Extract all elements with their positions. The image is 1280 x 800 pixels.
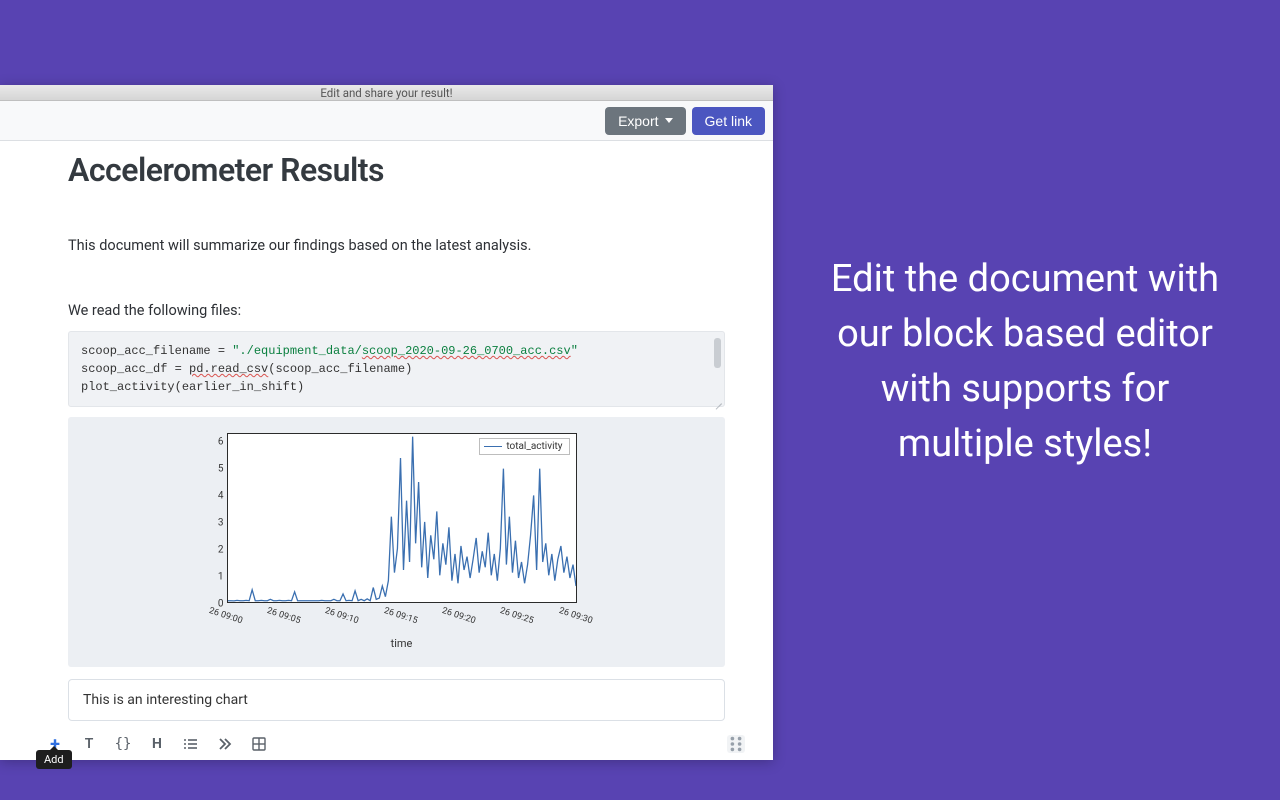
export-button-label: Export [618,113,658,129]
code-block-button[interactable]: {} [114,735,132,753]
promo-text: Edit the document with our block based e… [815,252,1235,472]
legend-line-icon [484,446,502,447]
list-block-button[interactable] [182,735,200,753]
get-link-button[interactable]: Get link [692,107,765,135]
x-tick: 26 09:10 [324,606,360,626]
code-block[interactable]: scoop_acc_filename = "./equipment_data/s… [68,331,725,407]
text-block-button[interactable]: T [80,735,98,753]
chart-x-label: time [391,637,413,650]
summary-paragraph[interactable]: This document will summarize our finding… [68,237,725,254]
chart-legend: total_activity [479,438,569,455]
more-block-button[interactable] [216,735,234,753]
legend-label: total_activity [506,441,562,452]
x-tick: 26 09:15 [382,606,418,626]
y-tick: 6 [218,437,224,448]
caret-down-icon [665,118,673,123]
y-tick: 4 [218,491,224,502]
caption-input[interactable]: This is an interesting chart [68,679,725,721]
get-link-button-label: Get link [705,113,752,129]
x-tick: 26 09:20 [440,606,476,626]
x-tick: 26 09:25 [499,606,535,626]
document-body: Accelerometer Results This document will… [0,141,773,760]
toolbar: Export Get link [0,101,773,141]
chart-output-cell: total_activity 012345626 09:0026 09:0526… [68,417,725,667]
resize-handle-icon[interactable] [714,396,722,404]
y-tick: 5 [218,464,224,475]
add-tooltip: Add [36,750,72,769]
x-tick: 26 09:30 [557,606,593,626]
table-block-button[interactable] [250,735,268,753]
x-tick: 26 09:05 [265,606,301,626]
y-tick: 2 [218,545,224,556]
window-titlebar: Edit and share your result! [0,85,773,101]
list-icon [183,736,199,752]
export-button[interactable]: Export [605,107,685,135]
scrollbar[interactable] [714,338,721,368]
chart: total_activity 012345626 09:0026 09:0526… [187,427,607,657]
heading-block-button[interactable]: H [148,735,166,753]
chevrons-right-icon [217,736,233,752]
y-tick: 3 [218,518,224,529]
drag-handle-icon [727,735,745,753]
y-tick: 1 [218,572,224,583]
app-window: Edit and share your result! Export Get l… [0,85,773,760]
block-toolbar: + T {} H [46,735,703,753]
drag-handle[interactable] [727,735,745,753]
page-title[interactable]: Accelerometer Results [68,151,725,189]
x-tick: 26 09:00 [207,606,243,626]
table-icon [251,736,267,752]
files-intro-paragraph[interactable]: We read the following files: [68,302,725,319]
